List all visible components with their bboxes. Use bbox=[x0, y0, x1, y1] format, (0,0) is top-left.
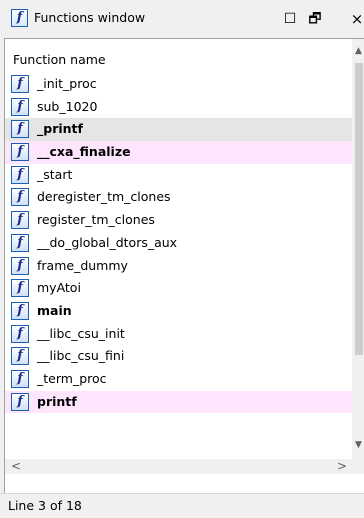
function-row[interactable]: f frame_dummy bbox=[5, 255, 352, 278]
horizontal-scrollbar[interactable]: < > bbox=[5, 459, 364, 474]
function-icon: f bbox=[11, 9, 28, 27]
function-icon: f bbox=[11, 392, 29, 411]
function-name: frame_dummy bbox=[37, 257, 128, 273]
status-bar: Line 3 of 18 bbox=[0, 493, 364, 518]
function-row[interactable]: f _init_proc bbox=[5, 73, 352, 96]
window-title: Functions window bbox=[34, 10, 146, 25]
function-icon: f bbox=[11, 120, 29, 139]
column-header-function-name[interactable]: Function name bbox=[13, 52, 106, 67]
function-name: _printf bbox=[37, 121, 83, 137]
function-name: _init_proc bbox=[37, 76, 97, 91]
function-row[interactable]: f myAtoi bbox=[5, 277, 352, 300]
functions-list-panel: Function name f _init_proc f sub_1020 f _prin… bbox=[4, 38, 364, 493]
function-row[interactable]: f main bbox=[5, 300, 352, 323]
function-row[interactable]: f _printf bbox=[5, 118, 352, 142]
function-row[interactable]: f _start bbox=[5, 164, 352, 187]
scroll-up-icon[interactable]: ▲ bbox=[352, 45, 364, 57]
function-name: printf bbox=[37, 393, 77, 409]
function-row[interactable]: f _term_proc bbox=[5, 368, 352, 391]
close-button[interactable]: × bbox=[346, 8, 364, 30]
function-row[interactable]: f deregister_tm_clones bbox=[5, 186, 352, 209]
function-row[interactable]: f __libc_csu_init bbox=[5, 323, 352, 346]
function-name: sub_1020 bbox=[37, 98, 98, 114]
function-row[interactable]: f __cxa_finalize bbox=[5, 141, 352, 164]
function-icon: f bbox=[11, 347, 29, 366]
function-row[interactable]: f sub_1020 bbox=[5, 96, 352, 119]
scroll-right-icon[interactable]: > bbox=[335, 459, 349, 474]
function-icon: f bbox=[11, 233, 29, 252]
function-name: deregister_tm_clones bbox=[37, 189, 171, 205]
function-icon: f bbox=[11, 301, 29, 320]
function-list: f _init_proc f sub_1020 f _printf f __cxa_final… bbox=[5, 73, 352, 414]
scroll-down-icon[interactable]: ▼ bbox=[352, 439, 364, 451]
function-icon: f bbox=[11, 165, 29, 184]
vertical-scroll-thumb[interactable] bbox=[355, 63, 363, 355]
vertical-scrollbar[interactable]: ▲ ▼ bbox=[352, 39, 364, 459]
function-icon: f bbox=[11, 211, 29, 230]
function-name: _term_proc bbox=[37, 370, 107, 386]
function-icon: f bbox=[11, 75, 29, 93]
function-name: register_tm_clones bbox=[37, 212, 155, 228]
function-row[interactable]: f printf bbox=[5, 390, 352, 414]
function-icon: f bbox=[11, 256, 29, 275]
float-window-button[interactable]: 🗗 bbox=[304, 8, 326, 30]
function-icon: f bbox=[11, 369, 29, 388]
function-icon: f bbox=[11, 97, 29, 116]
function-name: __libc_csu_init bbox=[37, 325, 125, 341]
function-name: _start bbox=[37, 166, 73, 182]
function-name: myAtoi bbox=[37, 280, 81, 296]
status-line-count: Line 3 of 18 bbox=[8, 498, 82, 513]
function-icon: f bbox=[11, 143, 29, 162]
function-name: __cxa_finalize bbox=[37, 144, 131, 160]
function-icon: f bbox=[11, 188, 29, 207]
function-name: __do_global_dtors_aux bbox=[37, 234, 178, 250]
title-bar: f Functions window ☐ 🗗 × bbox=[0, 0, 364, 38]
function-icon: f bbox=[11, 279, 29, 298]
function-row[interactable]: f __do_global_dtors_aux bbox=[5, 232, 352, 255]
function-icon: f bbox=[11, 324, 29, 343]
function-name: __libc_csu_fini bbox=[37, 348, 125, 364]
scroll-left-icon[interactable]: < bbox=[9, 459, 23, 474]
function-name: main bbox=[37, 302, 72, 318]
function-row[interactable]: f __libc_csu_fini bbox=[5, 345, 352, 368]
maximize-button[interactable]: ☐ bbox=[279, 8, 301, 30]
function-row[interactable]: f register_tm_clones bbox=[5, 209, 352, 232]
